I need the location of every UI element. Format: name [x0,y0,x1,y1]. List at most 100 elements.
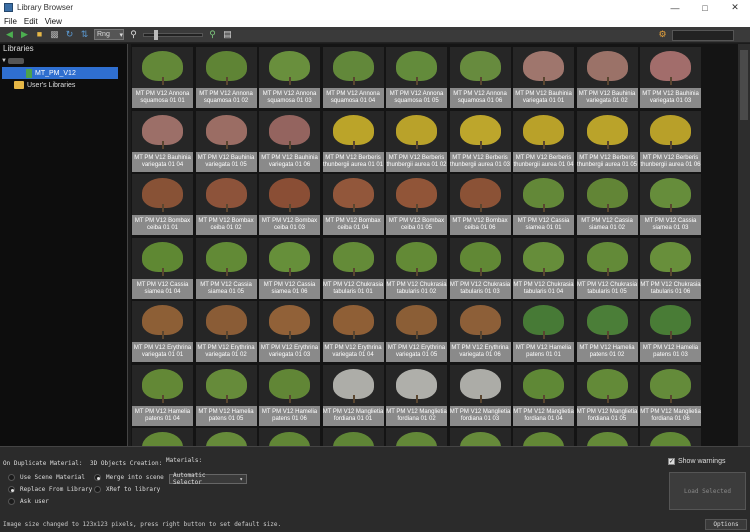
menu-edit[interactable]: Edit [24,17,38,26]
asset-tile[interactable]: MT PM V12 Berberis thunbergii aurea 01 0… [449,110,511,172]
show-warnings-checkbox[interactable]: ✓ Show warnings [668,458,725,465]
thumbnail-size-slider[interactable] [143,29,203,40]
asset-tile[interactable]: MT PM V12 Cassia siamea 01 05 [195,237,257,299]
asset-tile[interactable]: MT PM V12 Bombax ceiba 01 01 [132,174,193,235]
asset-tile[interactable]: MT PM V12 Cassia siamea 01 01 [513,174,574,235]
asset-tile[interactable]: MT PM V12 Manglietia fordiana 01 05 [576,364,638,426]
minimize-button[interactable]: — [660,0,690,15]
zoom-in-icon[interactable]: ⚲ [207,29,218,40]
menu-file[interactable]: File [4,17,17,26]
radio-merge-into-scene[interactable]: Merge into scene [94,474,164,481]
radio-use-scene-material[interactable]: Use Scene Material [8,474,85,481]
document-icon[interactable]: ▤ [222,29,233,40]
asset-tile[interactable] [322,428,384,446]
forward-arrow-icon[interactable]: ▶ [19,29,30,40]
asset-tile[interactable]: MT PM V12 Manglietia fordiana 01 04 [513,364,574,426]
asset-tile[interactable]: MT PM V12 Berberis thunbergii aurea 01 0… [322,110,384,172]
checkbox-icon[interactable]: ✓ [668,458,675,465]
tree-item-mt-pm-v12[interactable]: MT_PM_V12 [2,67,118,79]
asset-tile[interactable]: MT PM V12 Bauhinia variegata 01 03 [640,47,701,108]
asset-tile[interactable]: MT PM V12 Bombax ceiba 01 03 [259,174,320,235]
asset-tile[interactable]: MT PM V12 Bauhinia variegata 01 01 [513,47,574,108]
asset-tile[interactable]: MT PM V12 Annona squamosa 01 05 [386,47,447,108]
filter-select[interactable]: Rng ▾ [94,29,124,40]
asset-tile[interactable]: MT PM V12 Bombax ceiba 01 02 [195,174,257,235]
asset-tile[interactable]: MT PM V12 Cassia siamea 01 06 [259,237,320,299]
asset-tile[interactable]: MT PM V12 Annona squamosa 01 06 [449,47,511,108]
asset-tile[interactable]: MT PM V12 Manglietia fordiana 01 06 [640,364,701,426]
menu-view[interactable]: View [45,17,62,26]
load-selected-button[interactable]: Load Selected [669,472,746,510]
asset-tile[interactable]: MT PM V12 Bauhinia variegata 01 02 [576,47,638,108]
gear-icon[interactable]: ⚙ [657,29,668,40]
radio-icon[interactable] [94,486,101,493]
asset-tile[interactable]: MT PM V12 Annona squamosa 01 04 [322,47,384,108]
asset-tile[interactable]: MT PM V12 Bauhinia variegata 01 06 [259,110,320,172]
asset-tile[interactable]: MT PM V12 Berberis thunbergii aurea 01 0… [386,110,447,172]
asset-tile[interactable]: MT PM V12 Chukrasia tabularis 01 05 [576,237,638,299]
asset-tile[interactable]: MT PM V12 Berberis thunbergii aurea 01 0… [640,110,701,172]
asset-tile[interactable]: MT PM V12 Bombax ceiba 01 05 [386,174,447,235]
asset-tile[interactable]: MT PM V12 Chukrasia tabularis 01 03 [449,237,511,299]
asset-tile[interactable]: MT PM V12 Annona squamosa 01 02 [195,47,257,108]
close-button[interactable]: ✕ [720,0,750,15]
search-input[interactable] [672,30,734,41]
asset-tile[interactable]: MT PM V12 Chukrasia tabularis 01 02 [386,237,447,299]
maximize-button[interactable]: □ [690,0,720,15]
radio-icon[interactable] [94,474,101,481]
refresh-icon[interactable]: ↻ [64,29,75,40]
asset-tile[interactable]: MT PM V12 Erythrina variegata 01 02 [195,301,257,362]
asset-tile[interactable]: MT PM V12 Erythrina variegata 01 01 [132,301,193,362]
asset-tile[interactable] [132,428,193,446]
asset-tile[interactable]: MT PM V12 Bauhinia variegata 01 04 [132,110,193,172]
asset-tile[interactable]: MT PM V12 Manglietia fordiana 01 02 [386,364,447,426]
asset-tile[interactable]: MT PM V12 Cassia siamea 01 04 [132,237,193,299]
asset-tile[interactable] [640,428,701,446]
asset-tile[interactable]: MT PM V12 Hamelia patens 01 02 [576,301,638,362]
asset-tile[interactable]: MT PM V12 Manglietia fordiana 01 03 [449,364,511,426]
slider-handle[interactable] [154,29,158,40]
asset-tile[interactable]: MT PM V12 Erythrina variegata 01 05 [386,301,447,362]
radio-icon[interactable] [8,498,15,505]
asset-tile[interactable] [259,428,320,446]
tree-item-users-libraries[interactable]: User's Libraries [14,79,127,91]
asset-tile[interactable]: MT PM V12 Bauhinia variegata 01 05 [195,110,257,172]
radio-xref-to-library[interactable]: XRef to library [94,486,160,493]
expand-arrow-icon[interactable]: ▼ [0,58,8,64]
asset-tile[interactable]: MT PM V12 Chukrasia tabularis 01 06 [640,237,701,299]
asset-tile[interactable]: MT PM V12 Manglietia fordiana 01 01 [322,364,384,426]
tree-root-row[interactable]: ▼ [0,55,127,67]
asset-tile[interactable]: MT PM V12 Hamelia patens 01 01 [513,301,574,362]
asset-tile[interactable] [513,428,574,446]
asset-tile[interactable]: MT PM V12 Bombax ceiba 01 04 [322,174,384,235]
vertical-scrollbar[interactable] [738,44,750,446]
asset-tile[interactable]: MT PM V12 Bombax ceiba 01 06 [449,174,511,235]
asset-tile[interactable] [576,428,638,446]
asset-tile[interactable]: MT PM V12 Erythrina variegata 01 04 [322,301,384,362]
save-icon[interactable]: ▩ [49,29,60,40]
back-arrow-icon[interactable]: ◀ [4,29,15,40]
asset-tile[interactable]: MT PM V12 Erythrina variegata 01 03 [259,301,320,362]
materials-select[interactable]: Automatic Selector ▾ [169,472,247,486]
asset-tile[interactable]: MT PM V12 Berberis thunbergii aurea 01 0… [513,110,574,172]
radio-replace-from-library[interactable]: Replace From Library [8,486,92,493]
zoom-out-icon[interactable]: ⚲ [128,29,139,40]
asset-tile[interactable]: MT PM V12 Chukrasia tabularis 01 04 [513,237,574,299]
asset-tile[interactable]: MT PM V12 Annona squamosa 01 01 [132,47,193,108]
asset-tile[interactable]: MT PM V12 Hamelia patens 01 05 [195,364,257,426]
asset-tile[interactable]: MT PM V12 Cassia siamea 01 02 [576,174,638,235]
options-button[interactable]: Options [705,519,747,530]
asset-tile[interactable]: MT PM V12 Hamelia patens 01 03 [640,301,701,362]
asset-tile[interactable] [195,428,257,446]
asset-tile[interactable] [449,428,511,446]
radio-icon[interactable] [8,486,15,493]
radio-icon[interactable] [8,474,15,481]
asset-tile[interactable] [386,428,447,446]
asset-tile[interactable]: MT PM V12 Hamelia patens 01 06 [259,364,320,426]
folder-icon[interactable]: ■ [34,29,45,40]
asset-tile[interactable]: MT PM V12 Chukrasia tabularis 01 01 [322,237,384,299]
asset-tile[interactable]: MT PM V12 Annona squamosa 01 03 [259,47,320,108]
scrollbar-thumb[interactable] [740,50,748,120]
radio-ask-user[interactable]: Ask user [8,498,49,505]
asset-tile[interactable]: MT PM V12 Erythrina variegata 01 06 [449,301,511,362]
